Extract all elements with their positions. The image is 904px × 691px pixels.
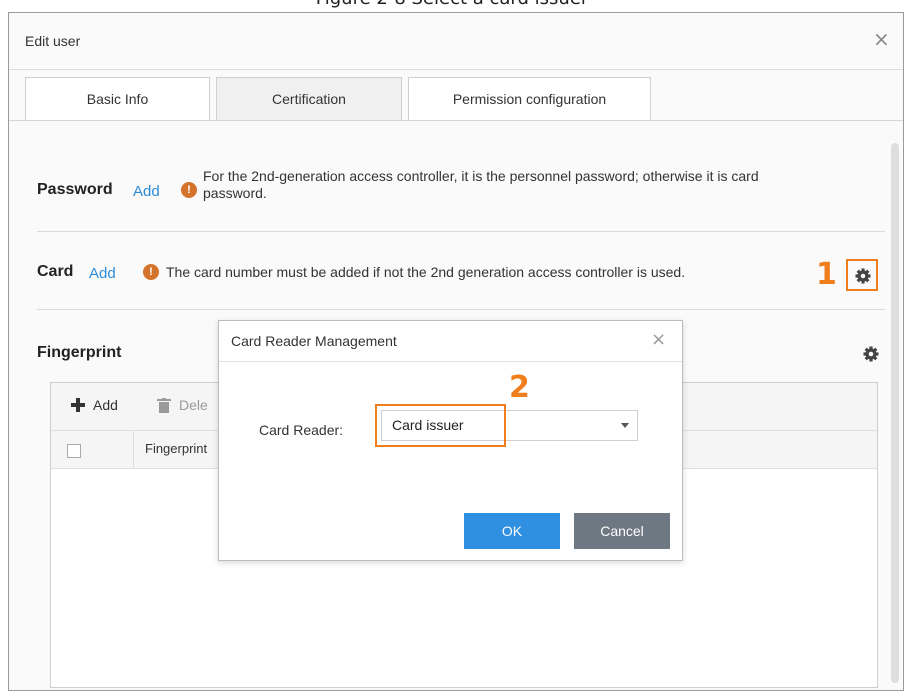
password-note-line2: password. (203, 185, 267, 201)
tab-divider (9, 120, 903, 121)
gear-icon[interactable] (861, 344, 881, 364)
delete-fingerprint-button[interactable]: Dele (157, 397, 208, 413)
cancel-button[interactable]: Cancel (574, 513, 670, 549)
fingerprint-label: Fingerprint (37, 344, 122, 361)
figure-caption: Figure 2-8 Select a card issuer (0, 0, 904, 9)
gear-icon[interactable] (853, 266, 873, 286)
select-all-checkbox[interactable] (67, 444, 81, 458)
tab-certification[interactable]: Certification (216, 77, 402, 120)
card-reader-label: Card Reader: (259, 422, 344, 438)
step-1-marker: 1 (816, 257, 837, 292)
section-divider (37, 231, 885, 232)
add-fingerprint-button[interactable]: Add (71, 397, 118, 413)
password-add-link[interactable]: Add (133, 183, 160, 200)
tab-permission-configuration[interactable]: Permission configuration (408, 77, 651, 120)
ok-button[interactable]: OK (464, 513, 560, 549)
card-reader-management-modal: Card Reader Management × 2 Card Reader: … (218, 320, 683, 561)
plus-icon (71, 398, 85, 412)
add-label: Add (93, 397, 118, 413)
section-divider (37, 309, 885, 310)
warning-icon: ! (181, 182, 197, 198)
column-divider (133, 431, 134, 468)
vertical-scrollbar[interactable] (891, 143, 899, 683)
highlight-box (375, 404, 506, 447)
warning-icon: ! (143, 264, 159, 280)
close-icon[interactable]: × (873, 29, 890, 49)
password-label: Password (37, 181, 113, 198)
trash-icon (157, 397, 171, 413)
card-label: Card (37, 263, 74, 280)
modal-title: Card Reader Management (231, 333, 397, 349)
delete-label: Dele (179, 397, 208, 413)
close-icon[interactable]: × (651, 329, 666, 350)
card-add-link[interactable]: Add (89, 265, 116, 282)
fingerprint-column-header: Fingerprint (145, 441, 208, 456)
modal-divider (219, 361, 682, 362)
tab-basic-info[interactable]: Basic Info (25, 77, 210, 120)
title-divider (9, 69, 903, 70)
card-note: The card number must be added if not the… (166, 264, 686, 280)
dialog-title: Edit user (25, 33, 81, 49)
password-note-line1: For the 2nd-generation access controller… (203, 168, 759, 184)
chevron-down-icon (621, 423, 629, 428)
step-2-marker: 2 (509, 370, 530, 405)
